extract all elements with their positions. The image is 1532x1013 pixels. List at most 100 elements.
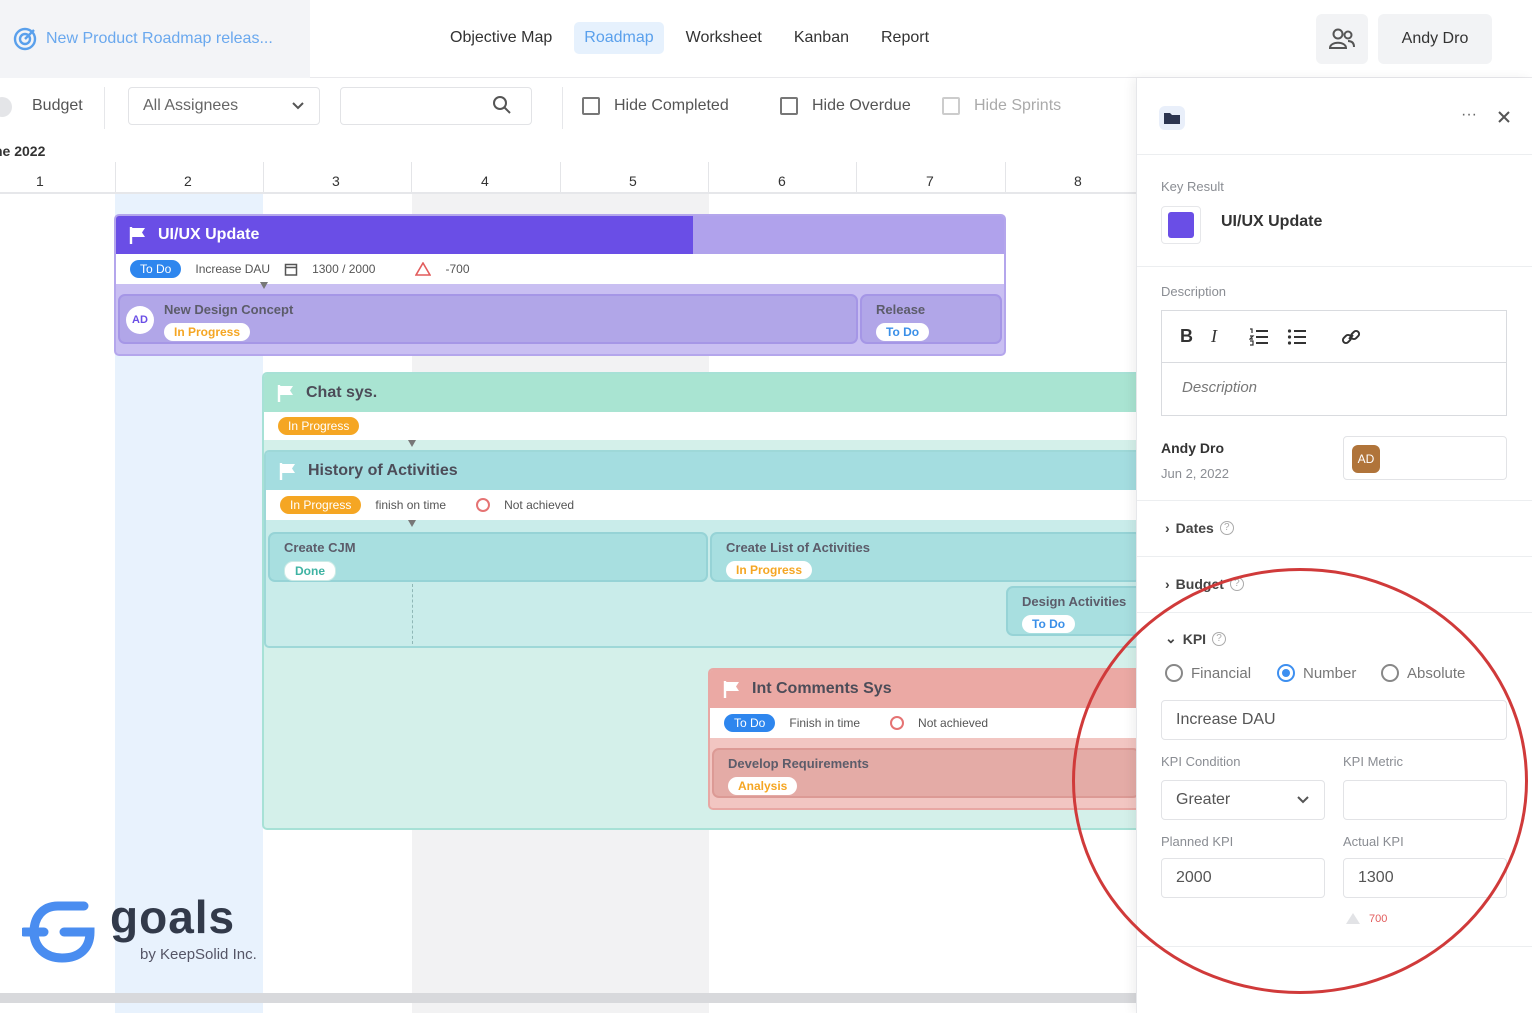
italic-icon[interactable]: I bbox=[1211, 326, 1217, 347]
tab-worksheet[interactable]: Worksheet bbox=[676, 22, 772, 54]
objective-history-of-activities[interactable]: History of Activities In Progress finish… bbox=[264, 450, 1142, 648]
task-new-design-concept[interactable]: AD New Design Concept In Progress bbox=[118, 294, 858, 344]
help-icon[interactable]: ? bbox=[1212, 631, 1227, 646]
triangle-icon bbox=[1346, 913, 1360, 924]
status-badge: In Progress bbox=[278, 417, 360, 435]
hide-completed-checkbox[interactable]: Hide Completed bbox=[582, 97, 729, 115]
tab-kanban[interactable]: Kanban bbox=[784, 22, 859, 54]
calendar-icon bbox=[284, 263, 298, 276]
main-nav: Objective Map Roadmap Worksheet Kanban R… bbox=[440, 22, 939, 54]
task-develop-requirements[interactable]: Develop Requirements Analysis bbox=[712, 748, 1140, 798]
column-number: 8 bbox=[1074, 173, 1082, 189]
objective-int-comments-sys[interactable]: Int Comments Sys To Do Finish in time No… bbox=[708, 668, 1142, 810]
key-result-title[interactable]: UI/UX Update bbox=[1221, 213, 1322, 231]
help-icon[interactable]: ? bbox=[1219, 521, 1234, 535]
status-badge: To Do bbox=[724, 714, 776, 732]
tab-objective-map[interactable]: Objective Map bbox=[440, 22, 562, 54]
column-number: 7 bbox=[926, 173, 934, 189]
dependency-marker bbox=[408, 440, 416, 447]
column-divider bbox=[411, 162, 412, 192]
kpi-progress: 1300 / 2000 bbox=[312, 262, 376, 276]
kpi-type-financial-radio[interactable]: Financial bbox=[1165, 664, 1251, 682]
help-icon[interactable]: ? bbox=[1229, 577, 1244, 591]
objective-title: Chat sys. bbox=[306, 384, 378, 401]
owner-date: Jun 2, 2022 bbox=[1161, 466, 1229, 481]
kpi-type-number-radio[interactable]: Number bbox=[1277, 664, 1356, 682]
checkbox-box bbox=[780, 97, 798, 115]
project-switcher[interactable]: New Product Roadmap releas... bbox=[0, 0, 310, 78]
objective-header: Int Comments Sys bbox=[710, 670, 1140, 708]
task-create-list-of-activities[interactable]: Create List of Activities In Progress bbox=[710, 532, 1140, 582]
kpi-section-toggle[interactable]: ⌄ KPI ? bbox=[1165, 630, 1227, 647]
kpi-name: Finish in time bbox=[789, 716, 861, 730]
budget-toggle[interactable] bbox=[0, 97, 12, 117]
status-badge: In Progress bbox=[280, 496, 362, 514]
task-design-activities[interactable]: Design Activities To Do bbox=[1006, 586, 1140, 636]
planned-kpi-input[interactable] bbox=[1161, 858, 1325, 898]
bullet-list-icon[interactable] bbox=[1287, 328, 1307, 346]
column-number: 2 bbox=[184, 173, 192, 189]
kpi-metric-label: KPI Metric bbox=[1343, 754, 1403, 769]
column-divider bbox=[708, 162, 709, 192]
task-title: Create CJM bbox=[284, 540, 356, 555]
budget-label: Budget bbox=[1175, 576, 1224, 592]
hide-overdue-checkbox[interactable]: Hide Overdue bbox=[780, 97, 911, 115]
hide-sprints-label: Hide Sprints bbox=[974, 97, 1062, 114]
column-divider bbox=[263, 162, 264, 192]
kpi-condition-value: Greater bbox=[1176, 791, 1231, 808]
bold-icon[interactable]: B bbox=[1180, 326, 1193, 347]
chevron-down-icon: ⌄ bbox=[1165, 630, 1177, 646]
tab-report[interactable]: Report bbox=[871, 22, 939, 54]
radio-circle bbox=[1165, 664, 1183, 682]
dependency-line bbox=[412, 584, 413, 644]
search-icon bbox=[493, 96, 511, 114]
actual-kpi-input[interactable] bbox=[1343, 858, 1507, 898]
key-result-label: Key Result bbox=[1161, 179, 1224, 194]
status-badge: In Progress bbox=[726, 561, 813, 579]
objective-meta: In Progress bbox=[264, 412, 1140, 440]
budget-section-toggle[interactable]: › Budget ? bbox=[1165, 576, 1244, 592]
panel-divider bbox=[1137, 946, 1532, 947]
panel-divider bbox=[1137, 612, 1532, 613]
task-create-cjm[interactable]: Create CJM Done bbox=[268, 532, 708, 582]
link-icon[interactable] bbox=[1341, 327, 1361, 347]
toolbar-divider bbox=[104, 87, 105, 129]
user-menu-button[interactable]: Andy Dro bbox=[1378, 14, 1492, 64]
team-button[interactable] bbox=[1316, 14, 1368, 64]
close-icon[interactable] bbox=[1497, 110, 1511, 124]
dates-section-toggle[interactable]: › Dates ? bbox=[1165, 520, 1234, 536]
chevron-right-icon: › bbox=[1165, 576, 1170, 592]
owner-select[interactable]: AD bbox=[1343, 436, 1507, 480]
horizontal-scrollbar[interactable] bbox=[0, 993, 1140, 1003]
roadmap-toolbar: Budget All Assignees Hide Completed Hide… bbox=[0, 79, 1140, 135]
objective-uiux-update[interactable]: UI/UX Update To Do Increase DAU 1300 / 2… bbox=[114, 214, 1006, 356]
kpi-condition-select[interactable]: Greater bbox=[1161, 780, 1325, 820]
kpi-name-input[interactable] bbox=[1161, 700, 1507, 740]
description-input[interactable]: Description bbox=[1162, 363, 1506, 412]
panel-divider bbox=[1137, 154, 1532, 155]
hide-sprints-checkbox[interactable]: Hide Sprints bbox=[942, 97, 1061, 115]
flag-icon bbox=[723, 681, 739, 698]
objective-meta: To Do Increase DAU 1300 / 2000 -700 bbox=[116, 254, 1004, 284]
top-header: New Product Roadmap releas... Objective … bbox=[0, 0, 1532, 78]
dates-label: Dates bbox=[1175, 520, 1214, 536]
month-label: ne 2022 bbox=[0, 143, 46, 159]
color-picker[interactable] bbox=[1161, 206, 1201, 244]
radio-label: Absolute bbox=[1407, 664, 1466, 682]
assignees-select[interactable]: All Assignees bbox=[128, 87, 320, 125]
status-badge: In Progress bbox=[164, 323, 251, 341]
tab-roadmap[interactable]: Roadmap bbox=[574, 22, 664, 54]
objective-meta: In Progress finish on time Not achieved bbox=[266, 490, 1140, 520]
hide-completed-label: Hide Completed bbox=[614, 97, 729, 114]
kpi-name: finish on time bbox=[375, 498, 447, 512]
panel-divider bbox=[1137, 556, 1532, 557]
kpi-diff: -700 bbox=[445, 262, 470, 276]
more-options-icon[interactable]: ··· bbox=[1461, 106, 1477, 124]
owner-name: Andy Dro bbox=[1161, 440, 1224, 456]
kpi-metric-input[interactable] bbox=[1343, 780, 1507, 820]
numbered-list-icon[interactable] bbox=[1249, 327, 1269, 346]
task-release[interactable]: Release To Do bbox=[860, 294, 1002, 344]
planned-kpi-label: Planned KPI bbox=[1161, 834, 1234, 849]
status-badge: To Do bbox=[1022, 615, 1076, 633]
kpi-type-absolute-radio[interactable]: Absolute bbox=[1381, 664, 1465, 682]
